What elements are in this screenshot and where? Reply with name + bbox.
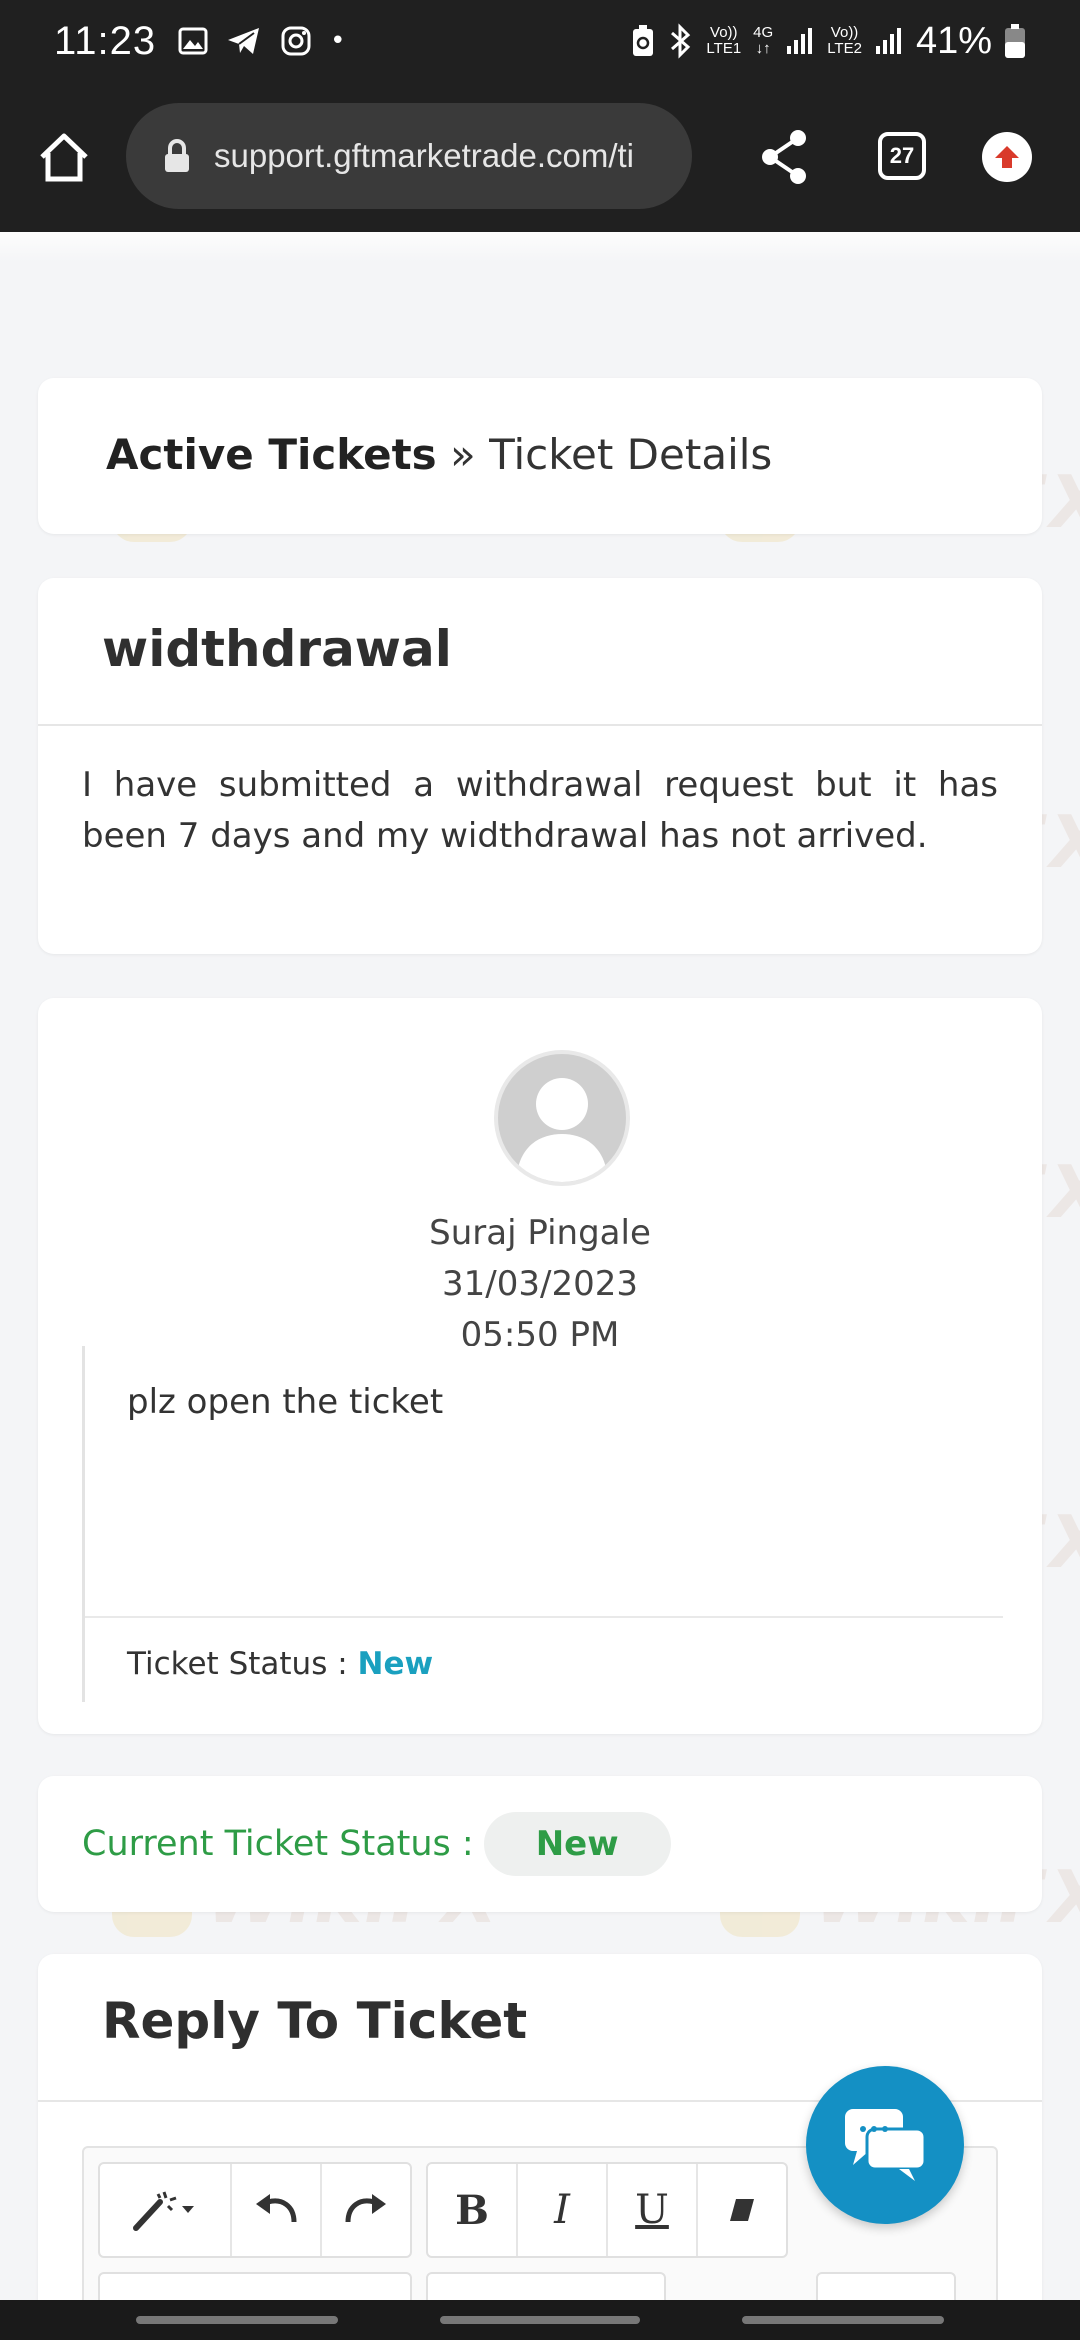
home-button[interactable]	[34, 127, 94, 187]
share-icon	[762, 130, 806, 184]
redo-icon	[345, 2194, 386, 2223]
battery-percent: 41%	[915, 19, 992, 62]
reply-time: 05:50 PM	[460, 1315, 620, 1346]
system-icons: Vo)) LTE1 4G ↓↑ Vo)) LTE2 41%	[630, 20, 1026, 63]
reply-status-value: New	[357, 1646, 434, 1682]
ticket-card: widthdrawal I have submitted a withdrawa…	[38, 578, 1042, 954]
system-nav-bar	[0, 2300, 1080, 2340]
update-button[interactable]	[982, 132, 1032, 182]
undo-button[interactable]	[232, 2164, 322, 2256]
reply-status-label: Ticket Status :	[127, 1646, 358, 1682]
tab-switcher-button[interactable]: 27	[878, 132, 926, 180]
reply-body: plz open the ticket Ticket Status : New	[82, 1346, 1003, 1702]
share-button[interactable]	[756, 124, 812, 190]
reply-status: Ticket Status : New	[127, 1646, 433, 1682]
toolbar-group-format: B I U	[426, 2162, 788, 2258]
battery-icon	[1005, 24, 1025, 58]
reply-author: Suraj Pingale	[429, 1213, 651, 1253]
clock: 11:23	[54, 18, 157, 63]
bold-button[interactable]: B	[428, 2164, 518, 2256]
gallery-icon	[178, 27, 208, 55]
address-bar[interactable]: support.gftmarketrade.com/ti	[126, 103, 692, 209]
avatar	[494, 1050, 630, 1186]
ticket-subject: widthdrawal	[38, 578, 1042, 726]
more-notifications-dot: •	[330, 26, 346, 56]
breadcrumb-current: Ticket Details	[489, 430, 773, 479]
current-status-label: Current Ticket Status :	[82, 1824, 474, 1864]
arrow-up-icon	[995, 146, 1019, 168]
instagram-icon	[281, 26, 311, 56]
battery-saver-icon	[633, 25, 654, 56]
browser-shadow	[0, 232, 1080, 262]
redo-button[interactable]	[322, 2164, 410, 2256]
user-icon	[516, 1078, 608, 1182]
nav-back-button[interactable]	[742, 2316, 944, 2324]
clear-format-button[interactable]	[698, 2164, 786, 2256]
chat-bubbles-icon	[845, 2109, 927, 2181]
ticket-description: I have submitted a withdrawal request bu…	[82, 765, 998, 856]
divider	[85, 1616, 1003, 1618]
italic-button[interactable]: I	[518, 2164, 608, 2256]
browser-toolbar: support.gftmarketrade.com/ti 27	[0, 82, 1080, 232]
sim2-label: Vo)) LTE2	[827, 24, 862, 57]
nav-home-button[interactable]	[440, 2316, 640, 2324]
breadcrumb-separator: »	[436, 430, 490, 479]
notification-icons: •	[178, 25, 345, 57]
network-4g-label: 4G ↓↑	[753, 24, 774, 57]
url-text: support.gftmarketrade.com/ti	[214, 137, 635, 174]
sim1-label: Vo)) LTE1	[706, 24, 742, 57]
signal-2-icon	[875, 28, 901, 54]
underline-button[interactable]: U	[608, 2164, 698, 2256]
style-dropdown-button[interactable]	[100, 2164, 232, 2256]
status-badge: New	[483, 1812, 671, 1876]
reply-date: 31/03/2023	[442, 1264, 638, 1304]
telegram-icon	[228, 28, 260, 54]
toolbar-group-style	[98, 2162, 412, 2258]
status-bar: 11:23 • Vo)) LTE1 4G ↓↑ Vo)) LTE2 41%	[0, 0, 1080, 82]
magic-wand-icon	[133, 2191, 194, 2231]
home-icon	[40, 133, 88, 182]
reply-message: plz open the ticket	[127, 1382, 444, 1422]
breadcrumb: Active Tickets » Ticket Details	[38, 378, 1042, 534]
reply-meta: Suraj Pingale 31/03/2023 05:50 PM	[38, 1208, 1042, 1346]
undo-icon	[256, 2194, 297, 2223]
chat-button[interactable]	[806, 2066, 964, 2224]
breadcrumb-active-tickets-link[interactable]: Active Tickets	[106, 430, 437, 479]
eraser-icon	[730, 2199, 754, 2221]
nav-recents-button[interactable]	[136, 2316, 338, 2324]
current-status-card: Current Ticket Status : New	[38, 1776, 1042, 1912]
lock-icon	[165, 139, 189, 172]
bluetooth-icon	[671, 23, 691, 59]
reply-card: Suraj Pingale 31/03/2023 05:50 PM plz op…	[38, 998, 1042, 1734]
signal-1-icon	[787, 28, 813, 54]
